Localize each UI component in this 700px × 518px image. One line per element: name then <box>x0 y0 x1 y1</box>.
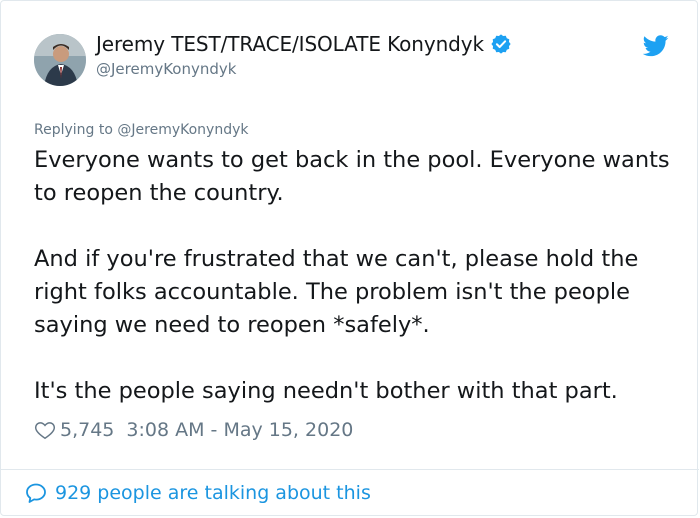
verified-badge-icon <box>490 33 512 55</box>
tweet-paragraph: And if you're frustrated that we can't, … <box>34 246 639 338</box>
talking-about-text[interactable]: 929 people are talking about this <box>55 482 371 504</box>
avatar-photo-icon <box>34 34 86 86</box>
author-display-name[interactable]: Jeremy TEST/TRACE/ISOLATE Konyndyk <box>96 32 484 56</box>
divider <box>1 469 699 470</box>
tweet-paragraph: Everyone wants to get back in the pool. … <box>34 147 670 206</box>
replying-handle-link[interactable]: @JeremyKonyndyk <box>117 122 248 138</box>
tweet-card: Jeremy TEST/TRACE/ISOLATE Konyndyk @Jere… <box>0 0 699 516</box>
replying-prefix: Replying to <box>34 122 118 138</box>
avatar[interactable] <box>34 34 86 86</box>
tweet-text: Everyone wants to get back in the pool. … <box>34 144 684 408</box>
tweet-timestamp[interactable]: 3:08 AM - May 15, 2020 <box>126 419 353 441</box>
talking-about-link[interactable]: 929 people are talking about this <box>24 481 371 505</box>
tweet-meta: 5,745 3:08 AM - May 15, 2020 <box>34 419 353 441</box>
speech-bubble-icon <box>24 481 48 505</box>
heart-icon[interactable] <box>34 419 56 441</box>
author-handle[interactable]: @JeremyKonyndyk <box>96 60 236 78</box>
like-count[interactable]: 5,745 <box>60 419 114 441</box>
replying-to-line: Replying to @JeremyKonyndyk <box>34 122 248 138</box>
tweet-paragraph: It's the people saying needn't bother wi… <box>34 378 618 404</box>
twitter-bird-icon[interactable] <box>642 35 669 57</box>
author-name-row[interactable]: Jeremy TEST/TRACE/ISOLATE Konyndyk <box>96 32 512 56</box>
